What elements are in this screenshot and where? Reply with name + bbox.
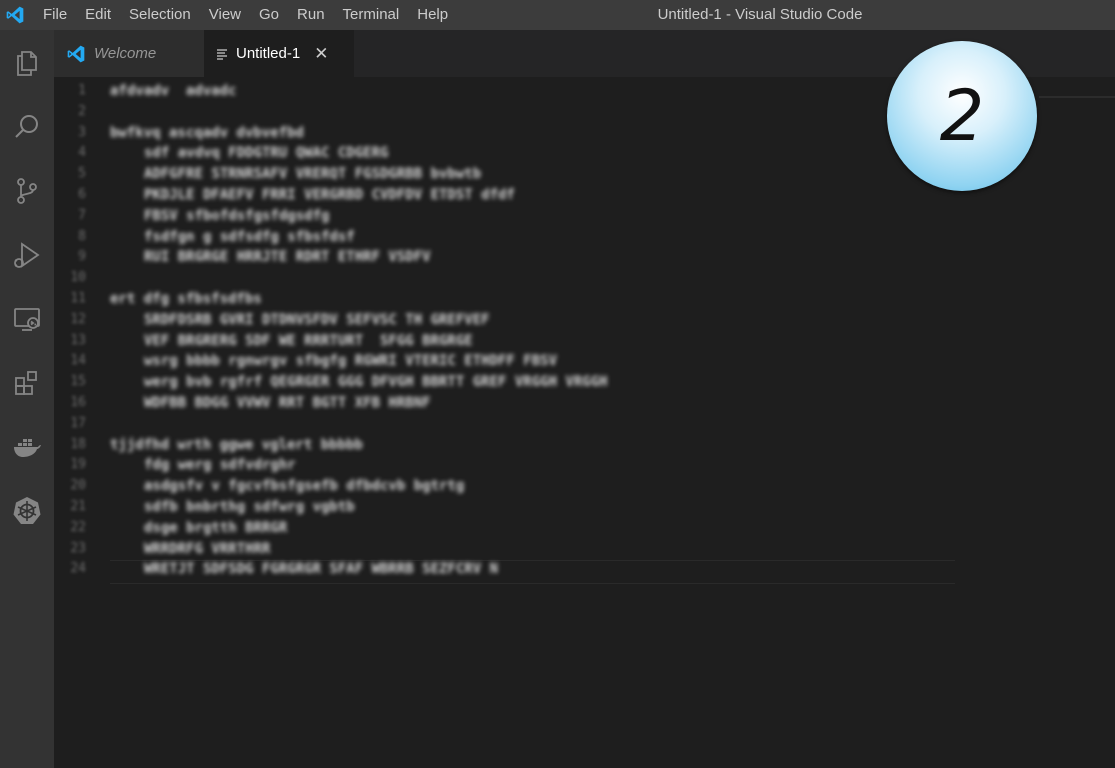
window-title: Untitled-1 - Visual Studio Code [657, 6, 863, 23]
line-number: 6 [78, 186, 86, 202]
menu-help[interactable]: Help [408, 0, 457, 30]
line-number: 3 [78, 124, 86, 140]
line-number: 4 [78, 145, 86, 161]
line-number: 1 [78, 83, 86, 98]
code-line: VEF BRGRERG SDF WE RRRTURT SFGG BRGRGE [144, 332, 473, 349]
menu-run[interactable]: Run [288, 0, 334, 30]
code-line: ADFGFRE STRNRSAFV VRERQT FGSDGRBB bvbwtb [144, 166, 482, 183]
line-number: 21 [70, 498, 86, 514]
code-line: bwfkvq ascqadv dvbvefbd [110, 124, 304, 141]
line-number: 7 [78, 207, 86, 223]
menu-edit[interactable]: Edit [76, 0, 120, 30]
code-line: sdf avdvq FDDGTRU QWAC CDGERG [144, 145, 389, 162]
vscode-logo-icon [0, 0, 30, 30]
tab-untitled-1-label: Untitled-1 [236, 45, 301, 62]
code-line: tjjdfhd wrth ggwe vglert bbbbb [110, 436, 363, 453]
line-number: 10 [70, 270, 86, 286]
activity-bar [0, 30, 54, 768]
line-number: 11 [70, 290, 86, 306]
docker-icon[interactable] [0, 420, 54, 474]
menu-go[interactable]: Go [250, 0, 288, 30]
code-line: WRRDRFG VRRTHRR [144, 540, 271, 557]
vscode-tab-icon [66, 44, 86, 64]
menu-view[interactable]: View [200, 0, 250, 30]
code-line: PKDJLE DFAEFV FRRI VERGRBD CVDFDV ETDST … [144, 186, 515, 203]
line-number: 9 [78, 249, 86, 265]
code-line: fsdfgn g sdfsdfg sfbsfdsf [144, 228, 355, 245]
tab-welcome[interactable]: Welcome [54, 30, 204, 77]
line-number: 13 [70, 332, 86, 348]
line-number: 23 [70, 540, 86, 556]
line-number: 12 [70, 311, 86, 327]
code-text[interactable]: afdvadv advadc bwfkvq ascqadv dvbvefbd s… [110, 81, 1010, 580]
search-icon[interactable] [0, 100, 54, 154]
code-line: sdfb bnbrthg sdfwrg vgbtb [144, 498, 355, 515]
source-control-icon[interactable] [0, 164, 54, 218]
menu-file[interactable]: File [34, 0, 76, 30]
extensions-icon[interactable] [0, 356, 54, 410]
step-number-badge: 2 [887, 41, 1037, 191]
line-number: 22 [70, 519, 86, 535]
remote-explorer-icon[interactable] [0, 292, 54, 346]
line-number-gutter: 1 2 3 4 5 6 7 8 9 10 11 12 13 14 15 16 1… [54, 81, 86, 580]
code-line: ert dfg sfbsfsdfbs [110, 290, 262, 307]
line-number: 8 [78, 228, 86, 244]
code-line: WRETJT SDFSDG FGRGRGR SFAF WBRRB SEZFCRV… [144, 561, 499, 578]
title-bar: File Edit Selection View Go Run Terminal… [0, 0, 1115, 30]
line-number: 14 [70, 353, 86, 369]
code-line: afdvadv advadc [110, 83, 237, 99]
menu-bar: File Edit Selection View Go Run Terminal… [34, 0, 457, 30]
file-lines-icon [216, 48, 228, 60]
menu-selection[interactable]: Selection [120, 0, 200, 30]
line-number: 17 [70, 415, 86, 431]
line-number: 20 [70, 478, 86, 494]
tab-untitled-1[interactable]: Untitled-1 ✕ [204, 30, 354, 77]
tab-welcome-label: Welcome [94, 45, 157, 62]
line-number: 15 [70, 374, 86, 390]
line-number: 2 [78, 103, 86, 119]
line-number: 18 [70, 436, 86, 452]
menu-terminal[interactable]: Terminal [334, 0, 409, 30]
code-line: dsge brgtth BRRGR [144, 519, 288, 536]
line-number: 24 [70, 561, 86, 577]
close-icon[interactable]: ✕ [314, 44, 328, 64]
code-line: FBSV sfbofdsfgsfdgsdfg [144, 207, 330, 224]
code-line: fdg werg sdfvdrghr [144, 457, 296, 474]
kubernetes-icon[interactable] [0, 484, 54, 538]
code-line: wsrg bbbb rgnwrgv sfbgfg RGWRI VTERIC ET… [144, 353, 558, 370]
code-line: asdgsfv v fgcvfbsfgsefb dfbdcvb bgtrtg [144, 478, 465, 495]
code-line: RUI BRGRGE HRRJTE RDRT ETHRF VSDFV [144, 249, 431, 266]
minimap-marker [1039, 96, 1115, 98]
line-number: 5 [78, 166, 86, 182]
run-debug-icon[interactable] [0, 228, 54, 282]
line-number: 19 [70, 457, 86, 473]
code-line: SRDFDSRB GVRI DTDNVSFDV SEFVSC TH GREFVE… [144, 311, 490, 328]
code-line: werg bvb rgfrf QEGRGER GGG DFVGH BBRTT G… [144, 374, 608, 391]
explorer-icon[interactable] [0, 36, 54, 90]
code-line: WDFBB BDGG VVWV RRT BGTT XFB HRBNF [144, 394, 431, 411]
line-number: 16 [70, 394, 86, 410]
